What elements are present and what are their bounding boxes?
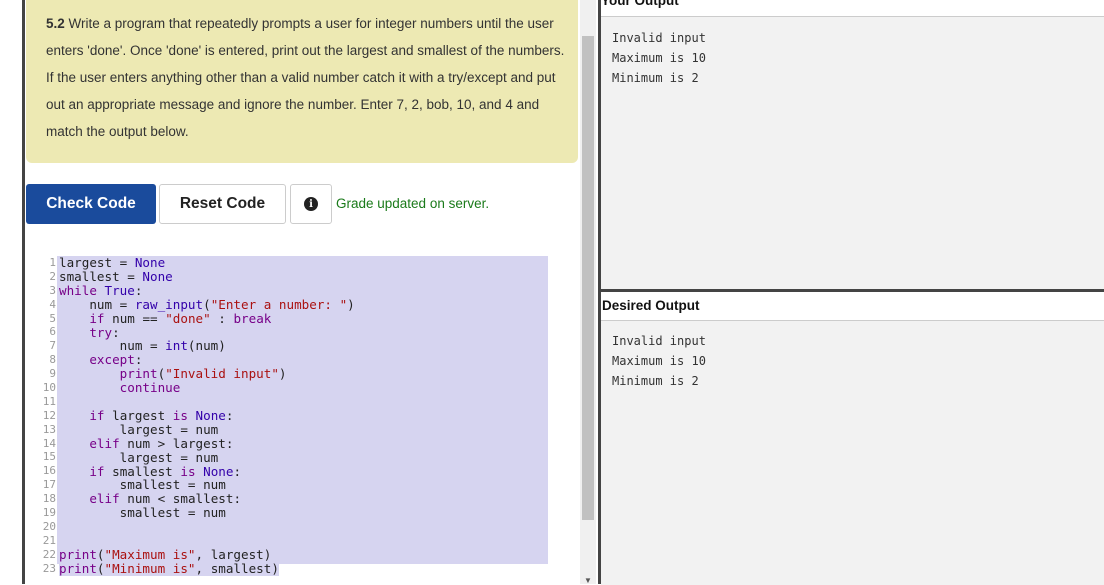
line-number: 3: [49, 283, 56, 297]
line-number: 17: [42, 478, 56, 492]
code-line[interactable]: print("Minimum is", smallest): [59, 561, 279, 576]
code-line[interactable]: num = int(num): [59, 339, 226, 353]
code-line[interactable]: if largest is None:: [59, 408, 233, 423]
line-number: 1: [49, 256, 56, 269]
code-line[interactable]: print("Invalid input"): [59, 367, 287, 381]
code-line[interactable]: num = raw_input("Enter a number: "): [59, 297, 354, 312]
line-number: 19: [42, 506, 56, 520]
code-line[interactable]: smallest = num: [59, 478, 226, 492]
line-number: 18: [42, 492, 56, 506]
your-output-title: Your Output: [601, 0, 679, 8]
line-number: 11: [42, 394, 56, 408]
info-icon: i: [304, 197, 318, 211]
code-line[interactable]: try:: [59, 325, 119, 340]
left-border: [22, 0, 25, 584]
code-editor[interactable]: 1 2 3 4 5 6 7 8 9 10 11 12 13 14 15 16 17 18 19 20 21 22 23 la…: [26, 256, 550, 584]
code-line[interactable]: elif num > largest:: [59, 436, 233, 451]
line-number: 2: [49, 269, 56, 283]
line-number: 10: [42, 381, 56, 395]
code-line[interactable]: continue: [59, 381, 181, 395]
code-line[interactable]: smallest = None: [59, 269, 173, 284]
line-number: 12: [42, 408, 56, 422]
output-separator: [601, 289, 1104, 292]
desired-output-title: Desired Output: [602, 298, 700, 313]
prompt-text: 5.2 Write a program that repeatedly prom…: [46, 10, 566, 145]
desired-output-text: Invalid input Maximum is 10 Minimum is 2: [612, 334, 706, 388]
prompt-number: 5.2: [46, 16, 65, 31]
your-output-text: Invalid input Maximum is 10 Minimum is 2: [612, 31, 706, 85]
code-line[interactable]: print("Maximum is", largest): [59, 547, 271, 562]
prompt-body: Write a program that repeatedly prompts …: [46, 16, 565, 139]
code-line[interactable]: while True:: [59, 283, 142, 298]
code-line[interactable]: if num == "done" : break: [59, 311, 271, 326]
code-line[interactable]: largest = num: [59, 450, 219, 465]
code-line[interactable]: except:: [59, 353, 142, 367]
assignment-prompt: 5.2 Write a program that repeatedly prom…: [26, 0, 578, 163]
line-number: 22: [42, 547, 56, 561]
line-number: 8: [49, 353, 56, 367]
your-output-box: Invalid input Maximum is 10 Minimum is 2: [601, 16, 1104, 289]
line-number: 21: [42, 533, 56, 547]
desired-output-box: Invalid input Maximum is 10 Minimum is 2: [601, 320, 1104, 585]
line-number: 23: [42, 561, 56, 575]
line-number: 16: [42, 464, 56, 478]
info-button[interactable]: i: [290, 184, 332, 224]
code-line[interactable]: largest = None: [59, 256, 165, 270]
scrollbar-thumb[interactable]: [582, 36, 594, 520]
line-number: 20: [42, 519, 56, 533]
code-line[interactable]: elif num < smallest:: [59, 492, 241, 506]
reset-code-button[interactable]: Reset Code: [159, 184, 286, 224]
line-number: 9: [49, 367, 56, 381]
code-line[interactable]: largest = num: [59, 422, 219, 437]
check-code-button[interactable]: Check Code: [26, 184, 156, 224]
line-number: 14: [42, 436, 56, 450]
code-line[interactable]: smallest = num: [59, 506, 226, 520]
line-number: 6: [49, 325, 56, 339]
line-number: 5: [49, 311, 56, 325]
line-number: 4: [49, 297, 56, 311]
line-number: 13: [42, 422, 56, 436]
line-number-gutter: 1 2 3 4 5 6 7 8 9 10 11 12 13 14 15 16 17 18 19 20 21 22 23: [26, 256, 56, 575]
line-number: 15: [42, 450, 56, 464]
grade-status: Grade updated on server.: [336, 196, 490, 211]
code-line[interactable]: if smallest is None:: [59, 464, 241, 479]
line-number: 7: [49, 339, 56, 353]
